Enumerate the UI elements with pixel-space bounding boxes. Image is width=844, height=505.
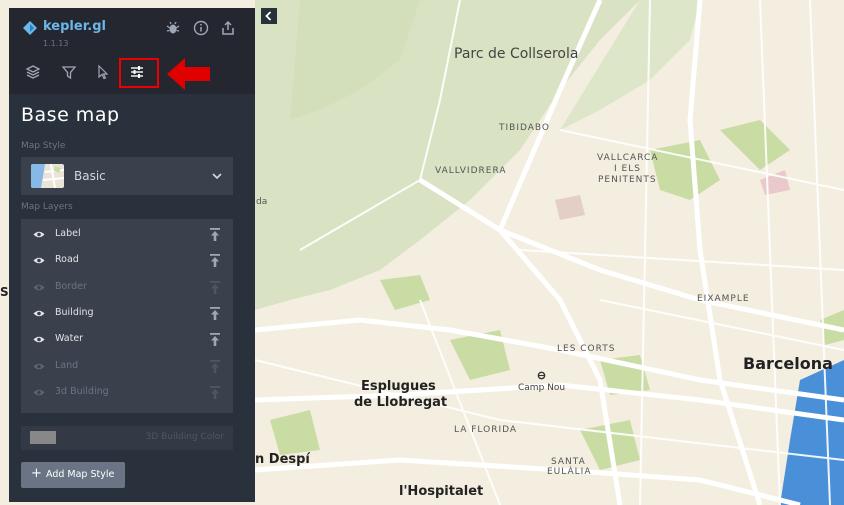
layer-label: 3d Building <box>55 386 109 397</box>
kepler-logo-icon <box>23 21 37 35</box>
map-label-hospitalet: l'Hospitalet <box>399 484 484 499</box>
map-label-vallcarca-2: I ELS <box>614 164 641 174</box>
eye-icon[interactable] <box>33 309 45 318</box>
map-label-les-corts: LES CORTS <box>557 344 616 354</box>
map-label-despi: n Despí <box>255 452 310 467</box>
map-label-camp-nou: Camp Nou <box>518 383 566 393</box>
side-panel: kepler.gl 1.1.13 Base map Map Style Basi… <box>9 8 255 502</box>
layer-row-land[interactable]: Land <box>21 355 233 379</box>
cursor-icon[interactable] <box>95 64 111 80</box>
eye-off-icon[interactable] <box>33 388 45 397</box>
map-label-vallvidrera: VALLVIDRERA <box>435 166 507 176</box>
plus-icon: + <box>31 466 42 481</box>
map-label-la-florida: LA FLORIDA <box>454 425 518 435</box>
map-layers-label: Map Layers <box>21 202 73 212</box>
building-color-swatch[interactable] <box>30 431 56 444</box>
eye-icon[interactable] <box>33 230 45 239</box>
arrow-left-icon <box>167 58 210 90</box>
layer-label: Border <box>55 281 87 292</box>
layer-row-building[interactable]: Building <box>21 302 233 326</box>
share-icon[interactable] <box>220 20 236 36</box>
layer-row-border[interactable]: Border <box>21 276 233 300</box>
layer-label: Label <box>55 228 81 239</box>
map-label-esplugues-2: de Llobregat <box>354 395 448 410</box>
layer-label: Road <box>55 254 79 265</box>
map-label-barcelona: Barcelona <box>743 354 833 373</box>
map-label-s: S <box>0 285 9 299</box>
eye-icon[interactable] <box>33 335 45 344</box>
eye-off-icon[interactable] <box>33 362 45 371</box>
map-label-da: da <box>256 197 268 207</box>
chevron-left-icon <box>265 11 272 21</box>
bug-icon[interactable] <box>165 20 181 36</box>
map-label-santa-1: SANTA <box>551 457 586 467</box>
layer-row-3d-building[interactable]: 3d Building <box>21 381 233 405</box>
layer-row-label[interactable]: Label <box>21 223 233 247</box>
layer-row-water[interactable]: Water <box>21 328 233 352</box>
layers-icon[interactable] <box>25 64 41 80</box>
map-label-vallcarca-1: VALLCARCA <box>597 153 659 163</box>
map-label-eixample: EIXAMPLE <box>697 294 750 304</box>
map-label-tibidabo: TIBIDABO <box>499 123 551 133</box>
page-title: Base map <box>21 104 120 126</box>
map-label-collserola: Parc de Collserola <box>454 46 579 62</box>
collapse-panel-button[interactable] <box>261 8 277 24</box>
map-label-esplugues-1: Esplugues <box>361 379 436 394</box>
move-to-top-icon[interactable] <box>210 386 220 399</box>
map-label-vallcarca-3: PENITENTS <box>598 175 657 185</box>
filter-icon[interactable] <box>61 64 77 80</box>
layer-label: Land <box>55 360 79 371</box>
move-to-top-icon[interactable] <box>210 333 220 346</box>
eye-icon[interactable] <box>33 256 45 265</box>
move-to-top-icon[interactable] <box>210 360 220 373</box>
chevron-down-icon <box>212 173 222 180</box>
map-layers-list: Label Road Border Building Water Land 3d… <box>21 219 233 413</box>
info-icon[interactable] <box>193 20 209 36</box>
building-color-row: 3D Building Color <box>21 426 233 450</box>
move-to-top-icon[interactable] <box>210 307 220 320</box>
map-style-select[interactable]: Basic <box>21 157 233 195</box>
eye-off-icon[interactable] <box>33 283 45 292</box>
layer-label: Building <box>55 307 94 318</box>
move-to-top-icon[interactable] <box>210 281 220 294</box>
move-to-top-icon[interactable] <box>210 228 220 241</box>
layer-row-road[interactable]: Road <box>21 249 233 273</box>
add-map-style-label: Add Map Style <box>46 469 115 480</box>
panel-header: kepler.gl 1.1.13 <box>9 8 255 94</box>
layer-label: Water <box>55 333 84 344</box>
stadium-icon <box>537 371 546 380</box>
app-title: kepler.gl <box>43 19 106 34</box>
move-to-top-icon[interactable] <box>210 254 220 267</box>
map-thumbnail-icon <box>31 164 64 188</box>
building-color-label: 3D Building Color <box>145 432 224 442</box>
add-map-style-button[interactable]: + Add Map Style <box>21 462 125 488</box>
selected-map-style: Basic <box>74 169 106 183</box>
map-style-label: Map Style <box>21 141 66 151</box>
app-version: 1.1.13 <box>43 39 69 48</box>
highlight-box <box>119 58 159 88</box>
map-label-santa-2: EULÀLIA <box>547 467 592 477</box>
